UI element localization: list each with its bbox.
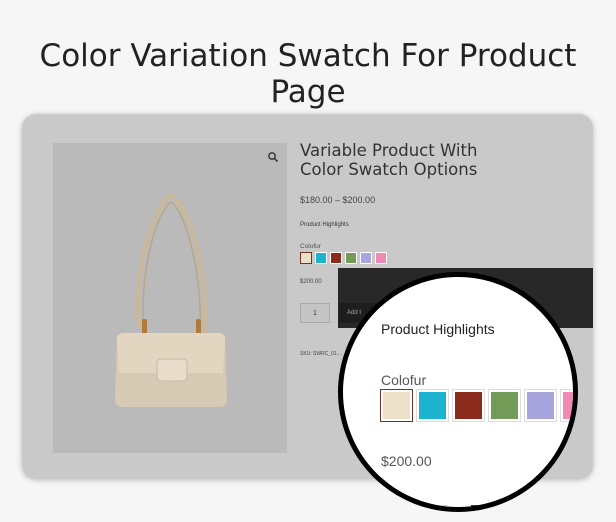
color-swatch-maroon[interactable]: [452, 389, 485, 422]
selected-price: $200.00: [381, 453, 432, 469]
quantity-input-zoomed[interactable]: [401, 505, 447, 507]
color-swatch-group-small: [300, 252, 387, 264]
magnifier-icon[interactable]: [267, 151, 279, 163]
color-swatch-group: [380, 389, 573, 422]
zoom-magnifier-circle: Product Highlights Colofur $200.00: [338, 272, 578, 512]
color-swatch-cream[interactable]: [300, 252, 312, 264]
sku-text: SKU: SWRC_01...: [300, 351, 341, 357]
color-swatch-lavender[interactable]: [524, 389, 557, 422]
price-range: $180.00 – $200.00: [300, 195, 376, 205]
color-swatch-green[interactable]: [345, 252, 357, 264]
product-title: Variable Product With Color Swatch Optio…: [300, 141, 478, 179]
quantity-input[interactable]: 1: [300, 303, 330, 323]
color-swatch-pink[interactable]: [375, 252, 387, 264]
color-swatch-cyan[interactable]: [315, 252, 327, 264]
color-swatch-maroon[interactable]: [330, 252, 342, 264]
color-swatch-cyan[interactable]: [416, 389, 449, 422]
highlights-label: Product Highlights: [381, 321, 495, 337]
colour-label-small: Colofur: [300, 243, 321, 250]
highlights-label-small: Product Highlights: [300, 222, 349, 228]
color-swatch-pink[interactable]: [560, 389, 573, 422]
banner-title: Color Variation Swatch For Product Page: [39, 38, 577, 110]
color-swatch-cream[interactable]: [380, 389, 413, 422]
colour-label: Colofur: [381, 372, 427, 388]
color-swatch-lavender[interactable]: [360, 252, 372, 264]
color-swatch-green[interactable]: [488, 389, 521, 422]
add-to-cart-button-zoomed[interactable]: [471, 505, 531, 507]
handbag-image: [115, 192, 227, 407]
product-gallery[interactable]: [53, 143, 287, 453]
selected-price-small: $200.00: [300, 279, 322, 285]
